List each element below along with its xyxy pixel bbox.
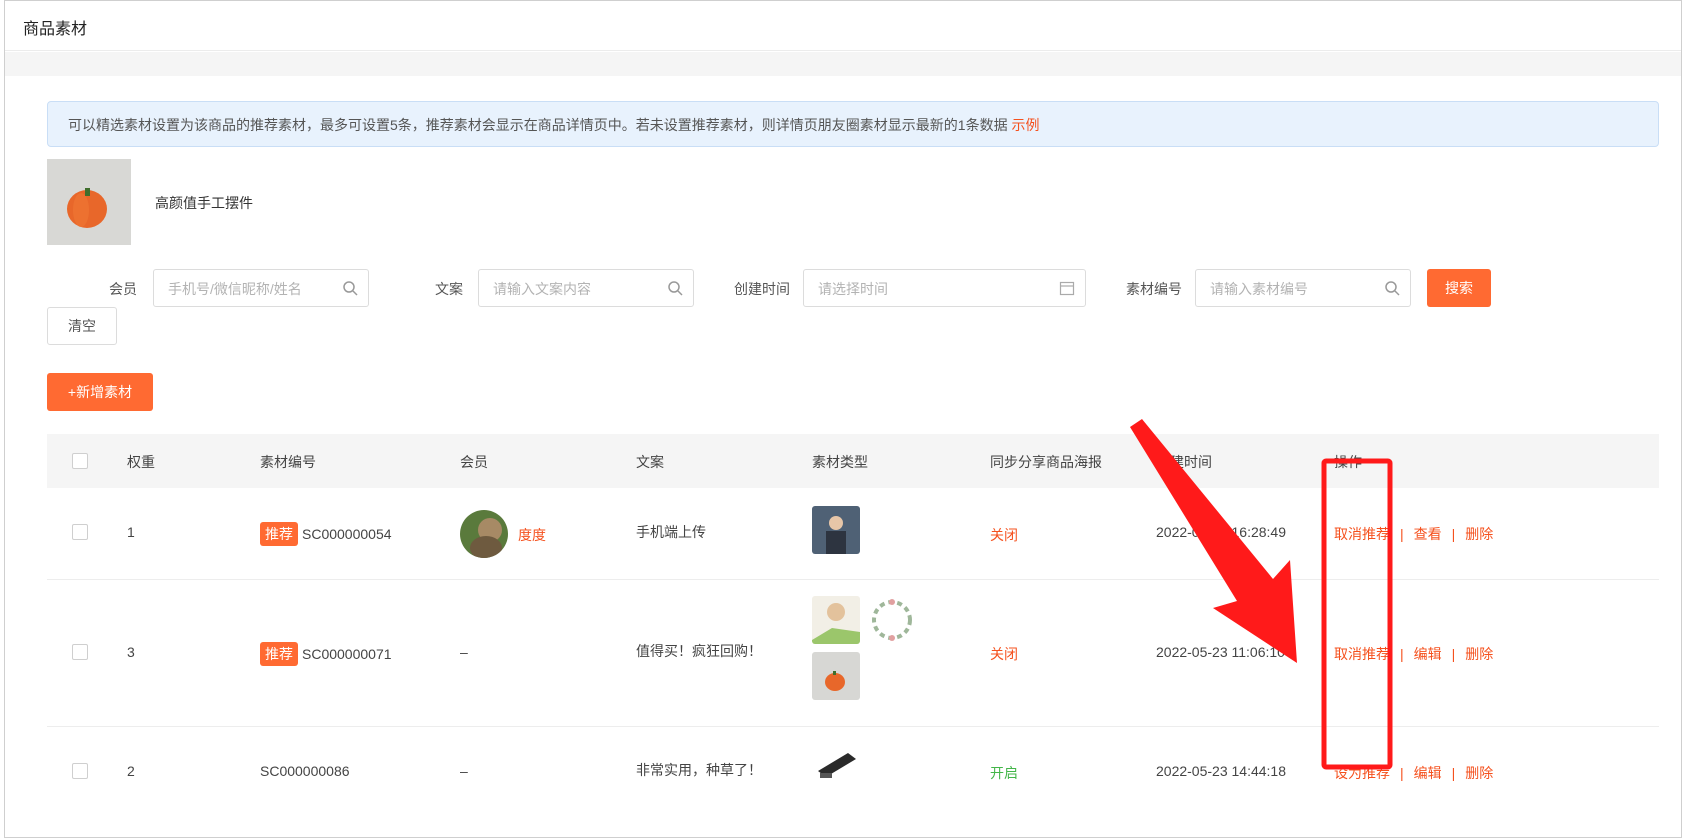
header-actions: 操作 (1334, 454, 1362, 470)
cancel-recommend-link[interactable]: 取消推荐 (1334, 526, 1390, 542)
material-image[interactable] (812, 506, 860, 554)
member-label: 会员 (109, 281, 137, 297)
edit-link[interactable]: 编辑 (1414, 646, 1442, 662)
code-placeholder: 请输入素材编号 (1210, 281, 1308, 297)
time-placeholder: 请选择时间 (818, 281, 888, 297)
delete-link[interactable]: 删除 (1465, 646, 1493, 662)
header-code: 素材编号 (260, 454, 316, 470)
row-checkbox[interactable] (72, 644, 88, 660)
row-weight: 1 (127, 524, 135, 540)
code-input[interactable]: 请输入素材编号 (1195, 269, 1411, 307)
row-weight: 3 (127, 644, 135, 660)
material-code: SC000000071 (302, 646, 392, 662)
avatar (460, 510, 508, 558)
pumpkin-image (47, 159, 131, 245)
row-created: 2022-05-20 16:28:49 (1156, 524, 1286, 540)
copy-label: 文案 (435, 281, 463, 297)
poster-status: 开启 (990, 765, 1018, 781)
table-header: 权重 素材编号 会员 文案 素材类型 同步分享商品海报 创建时间 操作 (47, 434, 1659, 488)
member-name[interactable]: 度度 (518, 525, 546, 545)
recommend-badge: 推荐 (260, 642, 298, 666)
member-input[interactable]: 手机号/微信昵称/姓名 (153, 269, 369, 307)
poster-status: 关闭 (990, 527, 1018, 543)
row-actions: 取消推荐 | 编辑 | 删除 (1334, 646, 1494, 662)
table-row: 1 推荐 SC000000054 度度 手机端上传 关闭 2022-05-20 1… (47, 488, 1659, 580)
search-icon (1385, 281, 1400, 296)
delete-link[interactable]: 删除 (1465, 765, 1493, 781)
add-material-button[interactable]: +新增素材 (47, 373, 153, 411)
material-image[interactable] (868, 596, 916, 644)
header-weight: 权重 (127, 454, 155, 470)
time-picker[interactable]: 请选择时间 (803, 269, 1086, 307)
view-link[interactable]: 查看 (1414, 526, 1442, 542)
row-code: 推荐 SC000000071 (260, 642, 392, 666)
row-code: 推荐 SC000000054 (260, 522, 392, 546)
material-table: 权重 素材编号 会员 文案 素材类型 同步分享商品海报 创建时间 操作 1 推荐… (47, 434, 1659, 817)
set-recommend-link[interactable]: 设为推荐 (1334, 765, 1390, 781)
code-label: 素材编号 (1126, 281, 1182, 297)
page-title: 商品素材 (5, 1, 1681, 51)
example-link[interactable]: 示例 (1011, 117, 1039, 133)
row-copy: 值得买！疯狂回购！ (636, 643, 762, 659)
material-image[interactable] (812, 741, 860, 789)
header-member: 会员 (460, 454, 488, 470)
header-material-type: 素材类型 (812, 454, 868, 470)
row-actions: 取消推荐 | 查看 | 删除 (1334, 526, 1494, 542)
search-button[interactable]: 搜索 (1427, 269, 1491, 307)
row-copy: 手机端上传 (636, 524, 706, 540)
notice-banner: 可以精选素材设置为该商品的推荐素材，最多可设置5条，推荐素材会显示在商品详情页中… (47, 101, 1659, 147)
member-name: – (460, 644, 468, 660)
search-icon (343, 281, 358, 296)
edit-link[interactable]: 编辑 (1414, 765, 1442, 781)
row-checkbox[interactable] (72, 763, 88, 779)
select-all-checkbox[interactable] (72, 453, 88, 469)
app-frame: 商品素材 可以精选素材设置为该商品的推荐素材，最多可设置5条，推荐素材会显示在商… (4, 0, 1682, 838)
time-label: 创建时间 (734, 281, 790, 297)
row-actions: 设为推荐 | 编辑 | 删除 (1334, 765, 1494, 781)
material-image[interactable] (812, 596, 860, 644)
member-name: – (460, 763, 468, 779)
header-poster-sync: 同步分享商品海报 (990, 454, 1102, 470)
row-copy: 非常实用，种草了！ (636, 762, 762, 778)
table-row: 2 SC000000086 – 非常实用，种草了！ 开启 2022-05-23 … (47, 727, 1659, 817)
clear-button[interactable]: 清空 (47, 307, 117, 345)
table-row: 3 推荐 SC000000071 – 值得买！疯狂回购！ 关闭 2022-05-2… (47, 580, 1659, 727)
filter-bar: 会员 手机号/微信昵称/姓名 文案 请输入文案内容 创建时间 请选择时间 素材编… (47, 269, 1677, 309)
product-thumbnail (47, 159, 131, 245)
recommend-badge: 推荐 (260, 522, 298, 546)
material-code: SC000000086 (260, 763, 350, 779)
member-placeholder: 手机号/微信昵称/姓名 (168, 281, 302, 297)
row-checkbox[interactable] (72, 524, 88, 540)
row-weight: 2 (127, 763, 135, 779)
content-card: 可以精选素材设置为该商品的推荐素材，最多可设置5条，推荐素材会显示在商品详情页中… (27, 76, 1659, 837)
poster-status: 关闭 (990, 646, 1018, 662)
material-image[interactable] (812, 652, 860, 700)
content-band (5, 52, 1681, 76)
header-created: 创建时间 (1156, 454, 1212, 470)
cancel-recommend-link[interactable]: 取消推荐 (1334, 646, 1390, 662)
copy-input[interactable]: 请输入文案内容 (478, 269, 694, 307)
row-created: 2022-05-23 11:06:10 (1156, 644, 1285, 660)
row-created: 2022-05-23 14:44:18 (1156, 763, 1286, 779)
search-icon (668, 281, 683, 296)
header-copy: 文案 (636, 454, 664, 470)
delete-link[interactable]: 删除 (1465, 526, 1493, 542)
product-name: 高颜值手工摆件 (155, 195, 253, 211)
notice-text: 可以精选素材设置为该商品的推荐素材，最多可设置5条，推荐素材会显示在商品详情页中… (68, 117, 1008, 133)
material-code: SC000000054 (302, 526, 392, 542)
copy-placeholder: 请输入文案内容 (493, 281, 591, 297)
calendar-icon (1059, 281, 1075, 296)
